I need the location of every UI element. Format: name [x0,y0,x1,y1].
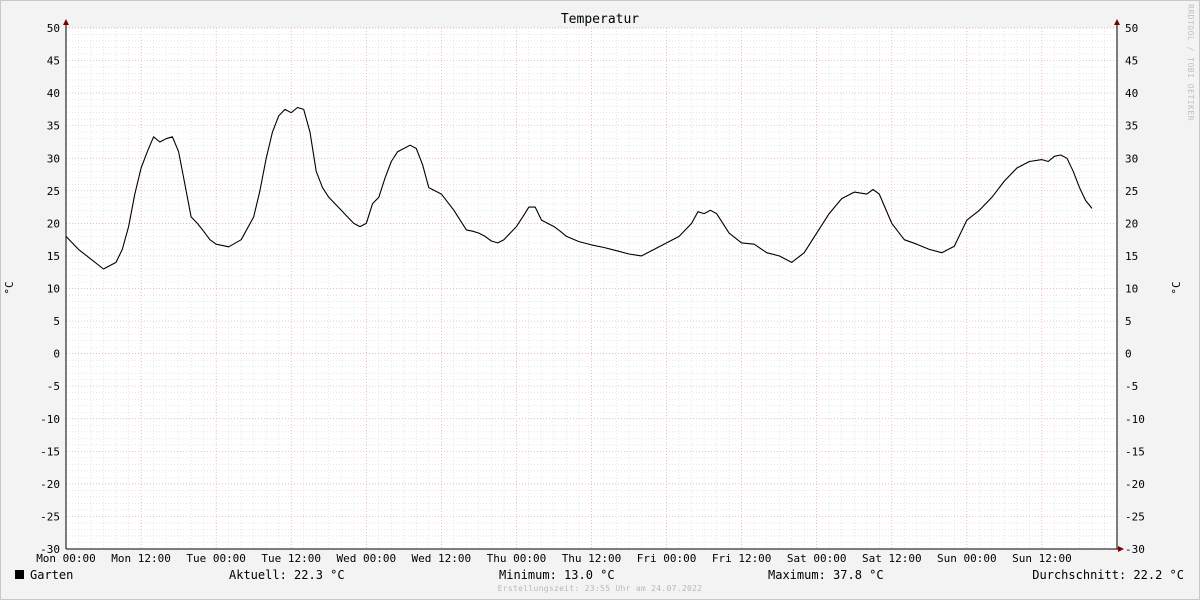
y-tick-label-right: -20 [1125,478,1145,491]
x-tick-label: Fri 00:00 [637,552,697,565]
y-tick-label-right: 15 [1125,250,1138,263]
legend: Garten Aktuell: 22.3 °C Minimum: 13.0 °C… [0,566,1200,586]
y-tick-label-right: 30 [1125,152,1138,165]
y-tick-label-right: 40 [1125,87,1138,100]
y-tick-label-right: -10 [1125,413,1145,426]
x-axis-arrow [1118,546,1124,552]
y-tick-label-left: 0 [53,348,60,361]
y-tick-label-left: -20 [40,478,60,491]
legend-current: Aktuell: 22.3 °C [229,568,345,582]
y-tick-label-right: 0 [1125,348,1132,361]
x-tick-label: Mon 00:00 [36,552,96,565]
x-tick-label: Mon 12:00 [111,552,171,565]
x-tick-label: Wed 00:00 [336,552,396,565]
y-tick-label-right: -30 [1125,543,1145,556]
y-tick-label-left: 50 [47,22,60,35]
x-tick-label: Wed 12:00 [412,552,472,565]
legend-minimum: Minimum: 13.0 °C [499,568,615,582]
y-tick-label-right: 5 [1125,315,1132,328]
legend-swatch [15,570,24,579]
y-tick-label-left: 25 [47,185,60,198]
y-tick-label-left: -5 [47,380,60,393]
y-tick-label-right: -5 [1125,380,1138,393]
y-tick-label-left: 20 [47,217,60,230]
x-tick-label: Tue 12:00 [261,552,321,565]
y-axis-arrow-right [1114,19,1120,25]
y-axis-label-right: °C [1170,281,1183,294]
x-tick-label: Thu 00:00 [487,552,547,565]
y-axis-arrow-left [63,19,69,25]
x-tick-labels: Mon 00:00 Mon 12:00 Tue 00:00 Tue 12:00 Wed … [36,552,1072,565]
x-tick-label: Tue 00:00 [186,552,246,565]
y-tick-label-right: -25 [1125,510,1145,523]
x-tick-label: Sun 12:00 [1012,552,1072,565]
y-tick-label-left: 35 [47,120,60,133]
y-tick-label-left: -15 [40,445,60,458]
legend-maximum: Maximum: 37.8 °C [768,568,884,582]
legend-series-name: Garten [30,568,74,582]
y-tick-label-left: 5 [53,315,60,328]
y-tick-label-left: -25 [40,510,60,523]
y-tick-label-left: 40 [47,87,60,100]
x-tick-label: Thu 12:00 [562,552,622,565]
y-tick-label-right: 25 [1125,185,1138,198]
y-tick-label-left: 10 [47,283,60,296]
y-tick-label-right: 20 [1125,217,1138,230]
watermark: RRDTOOL / TOBI OETIKER [1186,4,1195,121]
y-tick-label-right: -15 [1125,445,1145,458]
y-tick-label-left: 30 [47,152,60,165]
y-tick-label-right: 45 [1125,55,1138,68]
y-tick-labels-left: 50454035302520151050-5-10-15-20-25-30 [40,22,60,556]
x-tick-label: Sat 00:00 [787,552,847,565]
legend-average: Durchschnitt: 22.2 °C [1032,568,1184,582]
chart-title: Temperatur [561,12,639,27]
y-tick-label-left: 15 [47,250,60,263]
y-tick-label-left: -10 [40,413,60,426]
x-tick-label: Fri 12:00 [712,552,772,565]
y-tick-label-right: 10 [1125,283,1138,296]
y-tick-label-left: 45 [47,55,60,68]
y-tick-label-right: 50 [1125,22,1138,35]
x-tick-label: Sun 00:00 [937,552,997,565]
y-tick-labels-right: 50454035302520151050-5-10-15-20-25-30 [1125,22,1145,556]
x-tick-label: Sat 12:00 [862,552,922,565]
y-axis-label-left: °C [3,281,16,294]
temperature-chart: 50454035302520151050-5-10-15-20-25-30 50… [3,12,1183,565]
footer-timestamp: Erstellungszeit: 23:55 Uhr am 24.07.2022 [497,584,703,593]
y-tick-label-right: 35 [1125,120,1138,133]
